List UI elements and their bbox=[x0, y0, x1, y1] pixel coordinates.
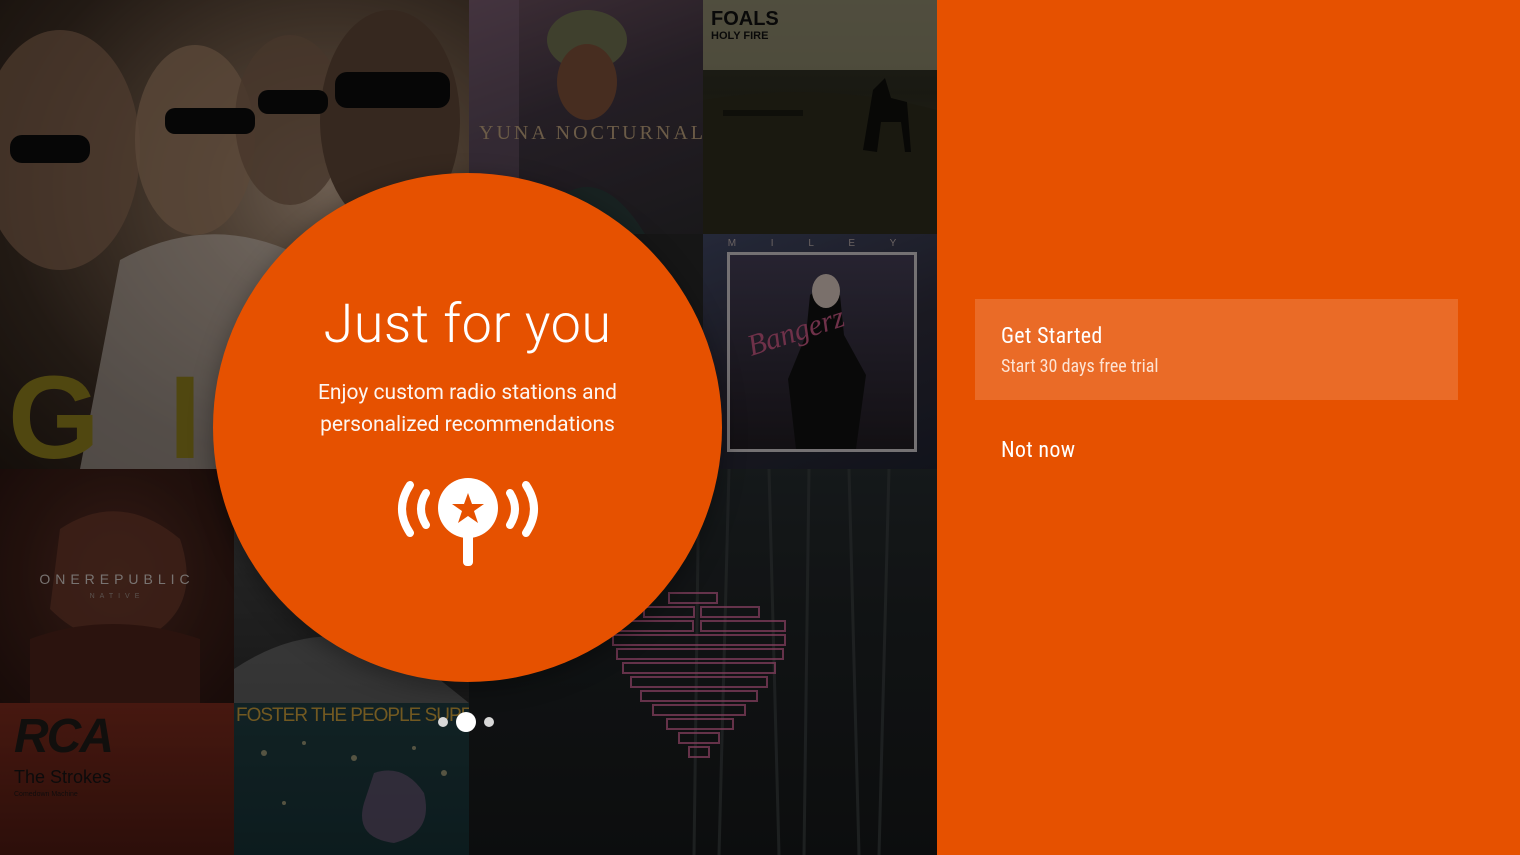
album-text-gi: G I bbox=[8, 352, 220, 469]
album-text-the-strokes: The Strokes bbox=[14, 767, 112, 787]
not-now-label: Not now bbox=[1001, 438, 1076, 463]
album-text-onerepublic: ONEREPUBLIC bbox=[39, 571, 195, 587]
album-art-background: G I YUNA NOCTURNAL FOALS HOLY FIRE M I L… bbox=[0, 0, 937, 855]
page-dot-2-active[interactable] bbox=[456, 712, 476, 732]
album-text-foster-the-people: FOSTER THE PEOPLE SUPERMODEL bbox=[236, 705, 469, 726]
page-indicator bbox=[438, 710, 494, 734]
get-started-label: Get Started bbox=[1001, 324, 1103, 349]
album-tile-foster-the-people: FOSTER THE PEOPLE SUPERMODEL bbox=[234, 703, 469, 855]
album-text-miley: M I L E Y bbox=[727, 238, 913, 249]
album-text-rca: RCA bbox=[14, 710, 114, 763]
page-dot-3[interactable] bbox=[484, 717, 494, 727]
album-tile-foals: FOALS HOLY FIRE bbox=[703, 0, 937, 234]
album-tile-miley: M I L E Y Bangerz bbox=[703, 234, 937, 469]
album-text-native: NATIVE bbox=[89, 593, 145, 600]
album-tile-onerepublic: ONEREPUBLIC NATIVE bbox=[0, 469, 234, 703]
get-started-sublabel: Start 30 days free trial bbox=[1001, 356, 1159, 377]
promo-title: Just for you bbox=[323, 293, 612, 356]
not-now-button[interactable]: Not now bbox=[975, 420, 1458, 482]
album-text-comedown-machine: Comedown Machine bbox=[14, 791, 78, 798]
get-started-button[interactable]: Get Started Start 30 days free trial bbox=[975, 299, 1458, 400]
page-dot-1[interactable] bbox=[438, 717, 448, 727]
promo-description: Enjoy custom radio stations and personal… bbox=[317, 381, 618, 437]
album-text-holy-fire: HOLY FIRE bbox=[711, 30, 769, 42]
radio-station-star-icon bbox=[398, 478, 538, 566]
promo-circle: Just for you Enjoy custom radio stations… bbox=[213, 173, 722, 682]
album-text-yuna: YUNA NOCTURNAL bbox=[479, 122, 703, 144]
album-tile-the-strokes: RCA The Strokes Comedown Machine bbox=[0, 703, 234, 855]
album-text-foals: FOALS bbox=[711, 8, 779, 30]
action-panel: Get Started Start 30 days free trial Not… bbox=[937, 0, 1520, 855]
